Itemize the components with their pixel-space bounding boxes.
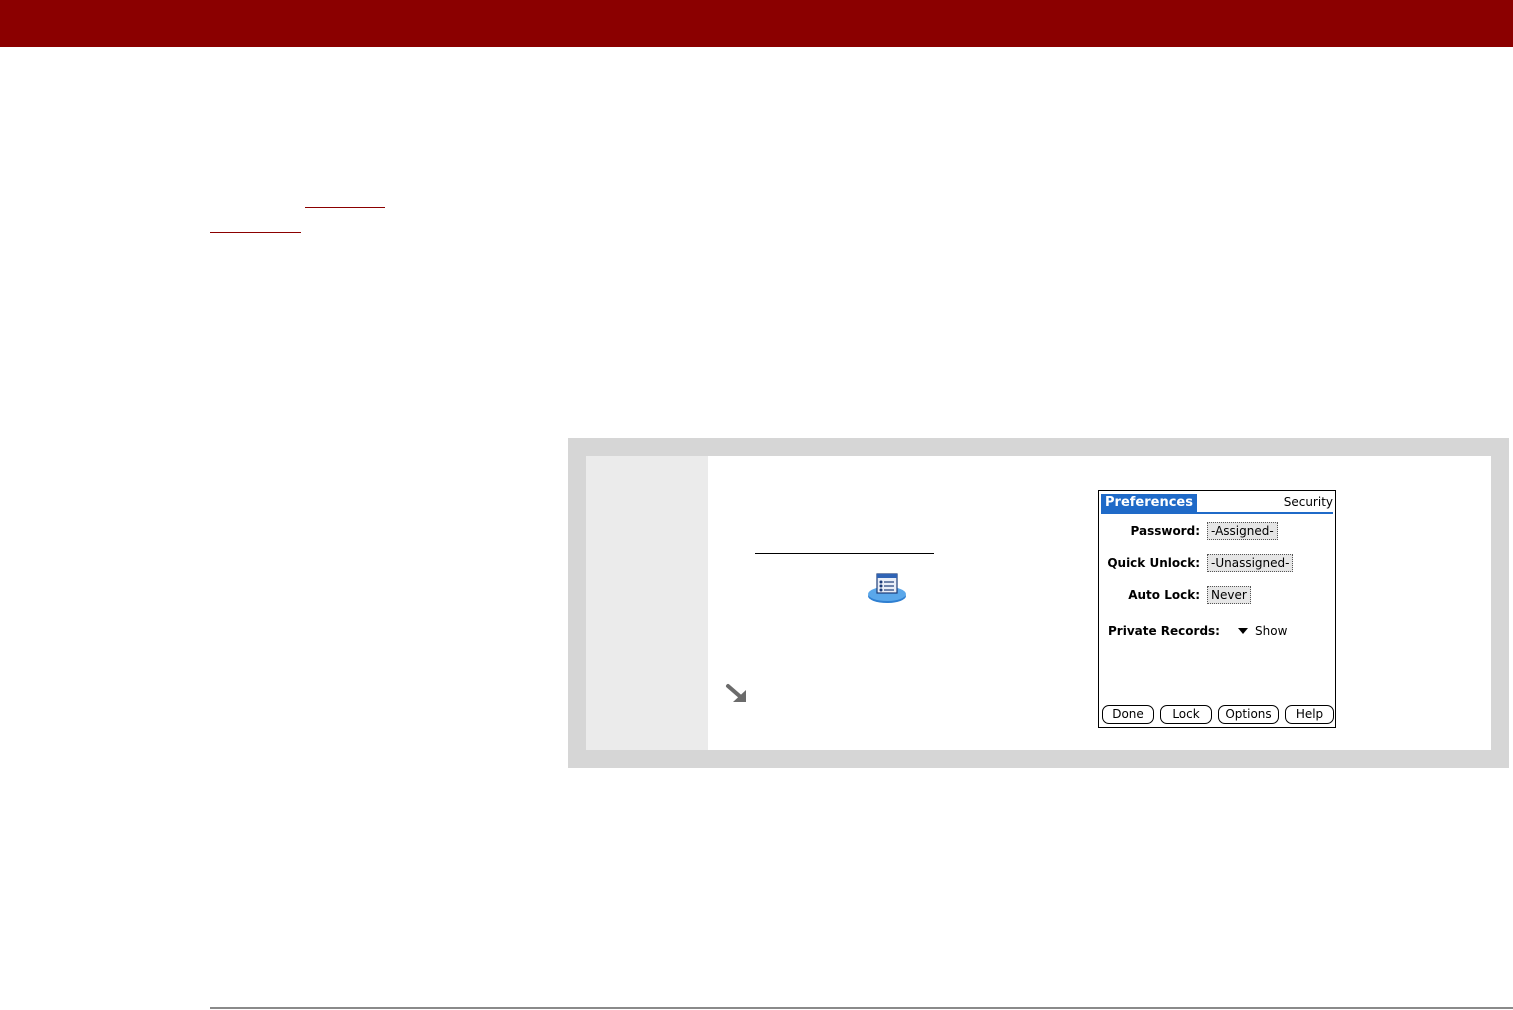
lock-button[interactable]: Lock — [1160, 705, 1212, 724]
password-label: Password: — [1130, 524, 1201, 538]
private-records-label: Private Records: — [1108, 624, 1220, 638]
triangle-down-icon[interactable] — [1238, 628, 1248, 634]
palm-title-underline — [1101, 512, 1333, 514]
palm-app-title[interactable]: Preferences — [1101, 494, 1197, 512]
help-button[interactable]: Help — [1285, 705, 1334, 724]
options-button[interactable]: Options — [1218, 705, 1279, 724]
quick-unlock-label: Quick Unlock: — [1107, 556, 1200, 570]
footer-rule — [210, 1007, 1513, 1009]
inline-link-underline[interactable] — [755, 553, 934, 554]
cross-reference-link[interactable] — [305, 189, 385, 208]
auto-lock-label: Auto Lock: — [1128, 588, 1200, 602]
password-selector[interactable]: -Assigned- — [1207, 522, 1278, 540]
step-number-column — [586, 456, 708, 750]
cross-reference-link-continued[interactable] — [210, 214, 301, 233]
auto-lock-selector[interactable]: Never — [1207, 586, 1251, 604]
done-button[interactable]: Done — [1102, 705, 1154, 724]
preferences-app-icon[interactable] — [866, 571, 908, 605]
top-banner — [0, 0, 1513, 47]
tip-arrow-icon — [726, 684, 746, 702]
palm-security-screen: Preferences Security Password: -Assigned… — [1098, 490, 1336, 728]
quick-unlock-selector[interactable]: -Unassigned- — [1207, 554, 1294, 572]
palm-category-label: Security — [1283, 495, 1333, 509]
private-records-value[interactable]: Show — [1255, 623, 1287, 639]
palm-title-bar: Preferences Security — [1101, 494, 1333, 514]
